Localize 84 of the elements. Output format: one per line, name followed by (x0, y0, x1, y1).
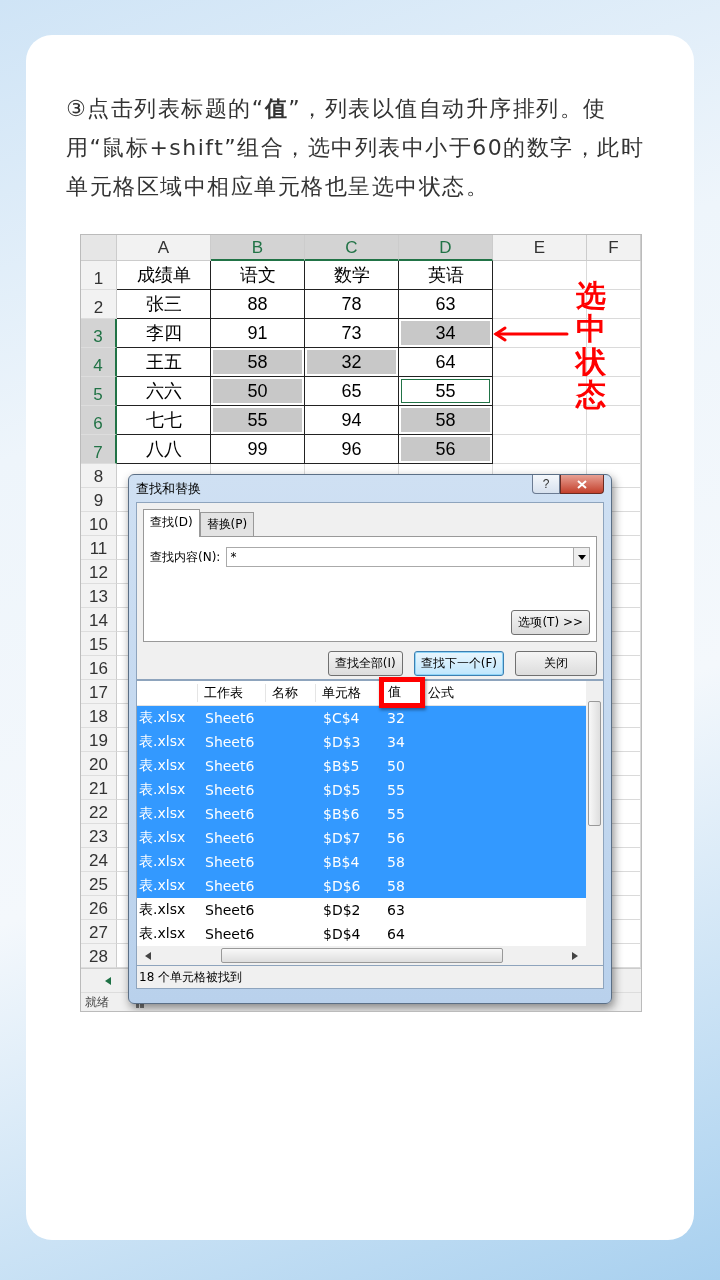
table-cell[interactable] (493, 435, 587, 464)
table-cell[interactable]: 58 (211, 348, 305, 377)
row-header[interactable]: 26 (81, 896, 117, 920)
status-text: 就绪 (85, 993, 109, 1011)
row-header[interactable]: 5 (81, 377, 117, 406)
table-cell[interactable]: 56 (399, 435, 493, 464)
dropdown-icon[interactable] (577, 554, 586, 560)
list-column-header[interactable]: 名称 (265, 684, 315, 702)
table-cell[interactable]: 55 (211, 406, 305, 435)
list-column-header[interactable]: 公式 (421, 684, 481, 702)
table-cell[interactable]: 58 (399, 406, 493, 435)
table-cell[interactable]: 成绩单 (117, 261, 211, 290)
table-cell[interactable]: 八八 (117, 435, 211, 464)
row-header[interactable]: 27 (81, 920, 117, 944)
row-header[interactable]: 6 (81, 406, 117, 435)
find-label: 查找内容(N): (150, 548, 221, 566)
dialog-status-text: 18 个单元格被找到 (139, 968, 243, 986)
row-header[interactable]: 19 (81, 728, 117, 752)
row-header[interactable]: 11 (81, 536, 117, 560)
column-header[interactable]: A (117, 235, 211, 261)
row-header[interactable]: 7 (81, 435, 117, 464)
column-header[interactable]: B (211, 235, 305, 261)
table-cell[interactable]: 34 (399, 319, 493, 348)
options-button[interactable]: 选项(T) >> (511, 610, 590, 635)
table-cell[interactable]: 李四 (117, 319, 211, 348)
dialog-title: 查找和替换 (136, 479, 201, 498)
table-cell[interactable]: 55 (399, 377, 493, 406)
result-row[interactable]: 表.xlsx Sheet6 $D$2 63 (137, 898, 586, 922)
find-input-field[interactable]: * (226, 547, 590, 567)
column-header[interactable]: C (305, 235, 399, 261)
row-header[interactable]: 17 (81, 680, 117, 704)
row-header[interactable]: 9 (81, 488, 117, 512)
table-cell[interactable]: 英语 (399, 261, 493, 290)
row-header[interactable]: 22 (81, 800, 117, 824)
row-header[interactable]: 20 (81, 752, 117, 776)
table-cell[interactable]: 数学 (305, 261, 399, 290)
close-icon[interactable] (577, 479, 587, 489)
row-header[interactable]: 23 (81, 824, 117, 848)
row-header[interactable]: 24 (81, 848, 117, 872)
list-column-header[interactable]: 工作表 (197, 684, 265, 702)
row-header[interactable]: 3 (81, 319, 117, 348)
table-cell[interactable]: 78 (305, 290, 399, 319)
dialog-button[interactable]: 查找全部(I) (327, 651, 403, 676)
vertical-scrollbar[interactable] (586, 681, 603, 965)
help-button[interactable]: ? (532, 475, 560, 494)
row-header[interactable]: 28 (81, 944, 117, 968)
table-cell[interactable]: 99 (211, 435, 305, 464)
column-header[interactable]: F (587, 235, 641, 261)
row-header[interactable]: 18 (81, 704, 117, 728)
scroll-right-icon[interactable] (572, 951, 578, 960)
instruction-text: ③点击列表标题的“值”，列表以值自动升序排列。使用“鼠标+shift”组合，选中列表中小于60的数字，此时单元格区域中相应单元格也呈选中状态。 (66, 95, 646, 201)
scroll-left-icon[interactable] (105, 976, 111, 985)
row-header[interactable]: 13 (81, 584, 117, 608)
table-cell[interactable]: 张三 (117, 290, 211, 319)
row-header[interactable]: 12 (81, 560, 117, 584)
table-cell[interactable] (587, 435, 641, 464)
row-header[interactable]: 10 (81, 512, 117, 536)
table-cell[interactable]: 65 (305, 377, 399, 406)
result-row[interactable]: 表.xlsx Sheet6 $D$4 64 (137, 922, 586, 946)
table-cell[interactable]: 64 (399, 348, 493, 377)
dialog-button[interactable]: 关闭 (515, 651, 597, 676)
row-header[interactable]: 8 (81, 464, 117, 488)
row-header[interactable]: 15 (81, 632, 117, 656)
row-header[interactable]: 25 (81, 872, 117, 896)
list-column-header[interactable]: 单元格 (315, 684, 379, 702)
row-header[interactable]: 2 (81, 290, 117, 319)
horizontal-scrollbar[interactable] (137, 946, 586, 965)
dialog-tab[interactable]: 查找(D) (143, 509, 200, 537)
row-header[interactable]: 14 (81, 608, 117, 632)
row-header[interactable]: 1 (81, 261, 117, 290)
close-button[interactable] (560, 475, 604, 494)
table-cell[interactable]: 88 (211, 290, 305, 319)
scroll-left-icon[interactable] (145, 951, 151, 960)
dialog-button[interactable]: 查找下一个(F) (413, 651, 504, 676)
dialog-tab[interactable]: 替换(P) (199, 512, 255, 536)
column-header[interactable]: D (399, 235, 493, 261)
table-cell[interactable]: 语文 (211, 261, 305, 290)
row-header[interactable]: 21 (81, 776, 117, 800)
table-cell[interactable]: 32 (305, 348, 399, 377)
row-header[interactable]: 16 (81, 656, 117, 680)
table-cell[interactable]: 50 (211, 377, 305, 406)
column-header[interactable]: E (493, 235, 587, 261)
row-header[interactable]: 4 (81, 348, 117, 377)
annotation-text: 选中状态 (576, 279, 606, 411)
